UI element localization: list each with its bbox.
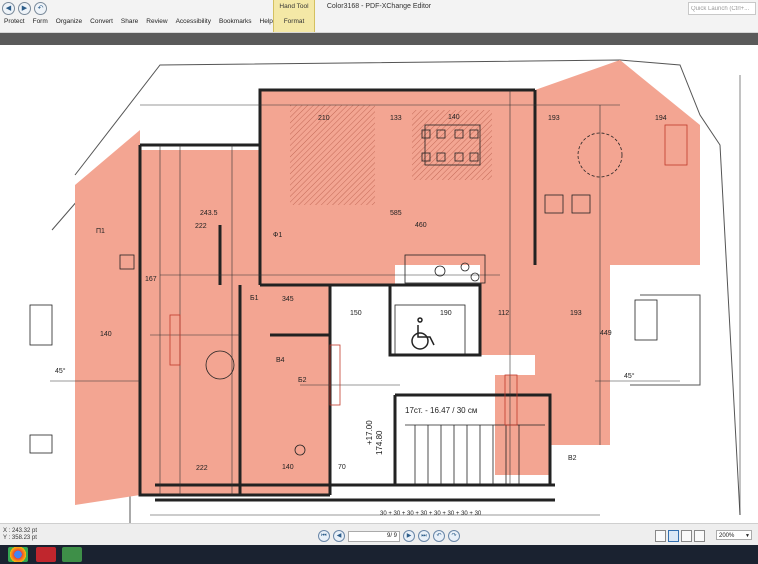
dim-label: 345 xyxy=(282,296,294,303)
opening-label: Ф1 xyxy=(273,232,282,239)
level-label-2: 174.80 xyxy=(375,430,384,455)
chevron-down-icon: ▼ xyxy=(745,533,750,539)
prev-page-icon[interactable]: ◀ xyxy=(333,530,345,542)
first-page-icon[interactable]: ⏮ xyxy=(318,530,330,542)
stairs-dimension-sequence: 30 + 30 + 30 + 30 + 30 + 30 + 30 + 30 xyxy=(380,511,482,517)
dim-label: 167 xyxy=(145,276,157,283)
dim-label: 222 xyxy=(196,465,208,472)
dim-label: 140 xyxy=(282,464,294,471)
dim-label: 193 xyxy=(548,115,560,122)
menu-item-organize[interactable]: Organize xyxy=(52,18,86,25)
level-label: +17.00 xyxy=(365,420,374,445)
dim-label: 70 xyxy=(338,464,346,471)
opening-label: В4 xyxy=(276,357,285,364)
dim-label: 112 xyxy=(498,310,509,317)
opening-label: Б1 xyxy=(250,295,259,302)
status-bar: X : 243.32 pt Y : 358.23 pt ⏮ ◀ 9/ 9 ▶ ⏭… xyxy=(0,523,758,546)
dim-label: 194 xyxy=(655,115,667,122)
room-left-balcony xyxy=(75,130,140,505)
menu-item-convert[interactable]: Convert xyxy=(86,18,117,25)
hand-tool-context-group: Hand Tool Format xyxy=(273,0,315,32)
opening-label: В2 xyxy=(568,455,577,462)
window-title: Color3168 - PDF-XChange Editor xyxy=(326,3,432,10)
dim-label: 210 xyxy=(318,115,330,122)
quick-launch-placeholder: Quick Launch (Ctrl+... xyxy=(691,5,750,12)
menu-item-share[interactable]: Share xyxy=(117,18,142,25)
acrobat-icon[interactable] xyxy=(36,547,56,562)
hatch-area-1 xyxy=(290,105,375,205)
continuous-page-icon[interactable] xyxy=(668,530,679,542)
dim-label: 190 xyxy=(440,310,452,317)
x-coordinate: X : 243.32 pt xyxy=(3,528,38,534)
single-page-icon[interactable] xyxy=(655,530,666,542)
next-page-icon[interactable]: ▶ xyxy=(403,530,415,542)
zoom-value: 200% xyxy=(719,533,735,539)
cursor-coordinates: X : 243.32 pt Y : 358.23 pt xyxy=(3,528,37,542)
menu-item-form[interactable]: Form xyxy=(29,18,52,25)
dim-label: 243.5 xyxy=(200,210,218,217)
quick-launch-search[interactable]: Quick Launch (Ctrl+... xyxy=(688,2,756,15)
facing-page-icon[interactable] xyxy=(681,530,692,542)
back-view-icon[interactable]: ↶ xyxy=(433,530,445,542)
stair-label: 17ст. - 16.47 / 30 см xyxy=(405,406,477,415)
opening-label: Б2 xyxy=(298,377,307,384)
floor-plan-drawing: 210 133 140 193 194 243.5 585 460 222 16… xyxy=(29,59,741,523)
dim-label: 222 xyxy=(195,223,207,230)
dim-label: 140 xyxy=(448,114,460,121)
page-number-input[interactable]: 9/ 9 xyxy=(348,530,400,542)
menu-item-accessibility[interactable]: Accessibility xyxy=(172,18,215,25)
dim-label: 585 xyxy=(390,210,402,217)
chrome-icon[interactable] xyxy=(8,547,28,562)
facing-continuous-icon[interactable] xyxy=(694,530,705,542)
dim-label: 460 xyxy=(415,222,427,229)
page-layout-buttons xyxy=(655,530,705,542)
menu-item-bookmarks[interactable]: Bookmarks xyxy=(215,18,256,25)
title-bar: ◀ ▶ ↶ Color3168 - PDF-XChange Editor Qui… xyxy=(0,0,758,16)
ribbon-collapsed-bar xyxy=(0,33,758,45)
document-view[interactable]: 210 133 140 193 194 243.5 585 460 222 16… xyxy=(0,45,758,523)
y-coordinate: Y : 358.23 pt xyxy=(3,535,37,541)
last-page-icon[interactable]: ⏭ xyxy=(418,530,430,542)
angle-label-right: 45° xyxy=(624,372,635,380)
taskbar xyxy=(0,545,758,564)
dim-label: 150 xyxy=(350,310,362,317)
page-total: / 9 xyxy=(390,532,397,539)
tab-format[interactable]: Format xyxy=(274,18,314,25)
context-group-label: Hand Tool xyxy=(279,3,309,10)
menu-item-review[interactable]: Review xyxy=(142,18,171,25)
wheelchair-icon xyxy=(411,317,435,350)
dim-label: 133 xyxy=(390,115,402,122)
xchange-icon[interactable] xyxy=(62,547,82,562)
dim-label: 140 xyxy=(100,331,112,338)
menu-bar: Protect Form Organize Convert Share Revi… xyxy=(0,16,758,33)
forward-view-icon[interactable]: ↷ xyxy=(448,530,460,542)
dim-label: 449 xyxy=(600,330,612,337)
opening-label: П1 xyxy=(96,228,105,235)
menu-item-protect[interactable]: Protect xyxy=(0,18,29,25)
page-navigation: ⏮ ◀ 9/ 9 ▶ ⏭ ↶ ↷ xyxy=(318,530,460,542)
dim-label: 193 xyxy=(570,310,582,317)
angle-label: 45° xyxy=(55,367,66,375)
zoom-select[interactable]: 200% ▼ xyxy=(716,530,752,540)
